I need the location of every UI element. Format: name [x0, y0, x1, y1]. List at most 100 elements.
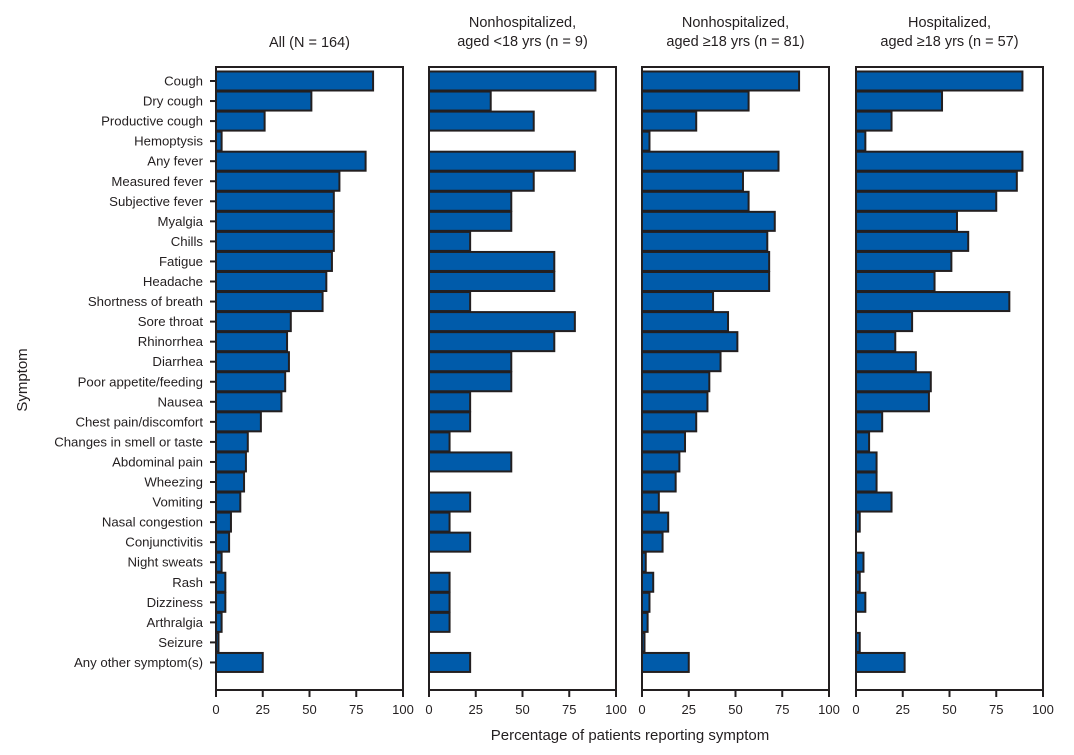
bar	[641, 471, 677, 493]
bar	[855, 411, 884, 433]
bar	[428, 411, 472, 433]
panel-title: Nonhospitalized,	[682, 15, 789, 31]
bar	[428, 351, 513, 373]
category-label: Nausea	[158, 394, 204, 409]
bar	[641, 391, 709, 413]
bar	[641, 90, 750, 112]
bar	[215, 291, 324, 313]
x-tick-label: 100	[392, 702, 414, 717]
category-label: Any fever	[147, 154, 203, 169]
bar	[641, 291, 715, 313]
bar	[215, 351, 290, 373]
bar	[641, 271, 771, 292]
x-tick-label: 50	[942, 702, 956, 717]
bar	[215, 491, 242, 513]
bar	[855, 391, 930, 413]
x-tick-label: 50	[302, 702, 316, 717]
category-label: Chills	[171, 234, 204, 249]
x-tick-label: 25	[469, 702, 483, 717]
bar	[855, 291, 1011, 313]
bar	[215, 651, 264, 673]
bar	[855, 471, 878, 493]
panel-title: aged ≥18 yrs (n = 81)	[666, 34, 804, 50]
bar	[428, 150, 576, 172]
panel-4: 0 25 50 75 100	[852, 66, 1054, 717]
x-tick-label: 100	[605, 702, 627, 717]
bar	[641, 451, 681, 473]
bar	[641, 531, 664, 553]
bar	[641, 311, 730, 333]
bar	[428, 511, 451, 533]
bar	[641, 70, 801, 92]
bar	[215, 371, 287, 393]
bar	[641, 331, 739, 353]
x-tick-label: 25	[896, 702, 910, 717]
bar	[215, 271, 328, 292]
bar	[641, 591, 651, 613]
bar	[215, 190, 335, 212]
bar	[215, 611, 223, 633]
x-tick-label: 0	[852, 702, 859, 717]
bar	[641, 631, 646, 653]
bar	[215, 471, 246, 493]
y-axis-title: Symptom	[14, 348, 31, 411]
bar	[215, 391, 283, 413]
bar	[428, 371, 513, 393]
bar	[215, 411, 262, 433]
bar	[215, 451, 247, 473]
bar	[641, 551, 647, 573]
panel-1: 0 25 50 75 100	[210, 66, 414, 717]
category-label: Abdominal pain	[112, 454, 203, 469]
category-label: Measured fever	[111, 174, 203, 189]
category-label: Changes in smell or taste	[54, 434, 203, 449]
category-label: Cough	[164, 74, 203, 89]
bar	[428, 491, 472, 513]
x-tick-label: 25	[682, 702, 696, 717]
bar	[641, 651, 690, 673]
bar	[641, 571, 655, 593]
x-tick-label: 75	[989, 702, 1003, 717]
bar	[855, 371, 932, 393]
bar	[428, 611, 451, 633]
x-tick-label: 50	[728, 702, 742, 717]
bar	[215, 511, 232, 533]
bar	[215, 331, 289, 353]
bar	[641, 371, 711, 393]
panel-title: Hospitalized,	[908, 15, 991, 31]
category-label: Conjunctivitis	[125, 535, 203, 550]
bar	[855, 571, 861, 593]
category-label: Nasal congestion	[102, 515, 203, 530]
category-label: Dizziness	[147, 595, 204, 610]
bar	[641, 351, 722, 373]
category-label: Productive cough	[101, 114, 203, 129]
panel-title: All (N = 164)	[269, 35, 350, 51]
bar	[428, 451, 513, 473]
category-label: Hemoptysis	[134, 134, 203, 149]
x-tick-label: 25	[256, 702, 270, 717]
bar	[641, 110, 698, 132]
bar	[215, 551, 223, 573]
bar	[215, 170, 341, 192]
bar	[215, 571, 227, 593]
bar	[641, 250, 771, 272]
bar	[428, 190, 513, 212]
bar	[215, 431, 249, 453]
bar	[855, 311, 914, 333]
bar	[855, 90, 944, 112]
bar	[855, 491, 893, 513]
category-label: Vomiting	[152, 495, 203, 510]
bar	[215, 250, 333, 272]
bar	[428, 591, 451, 613]
category-label: Night sweats	[128, 555, 204, 570]
category-label: Sore throat	[138, 314, 204, 329]
category-label: Rhinorrhea	[138, 334, 204, 349]
bar	[428, 651, 472, 673]
bar	[855, 230, 970, 252]
bar	[855, 591, 867, 613]
bar	[855, 551, 865, 573]
bar	[641, 611, 649, 633]
x-tick-label: 75	[775, 702, 789, 717]
bar	[215, 90, 313, 112]
bar	[641, 491, 660, 513]
x-axis-title: Percentage of patients reporting symptom	[491, 727, 769, 744]
